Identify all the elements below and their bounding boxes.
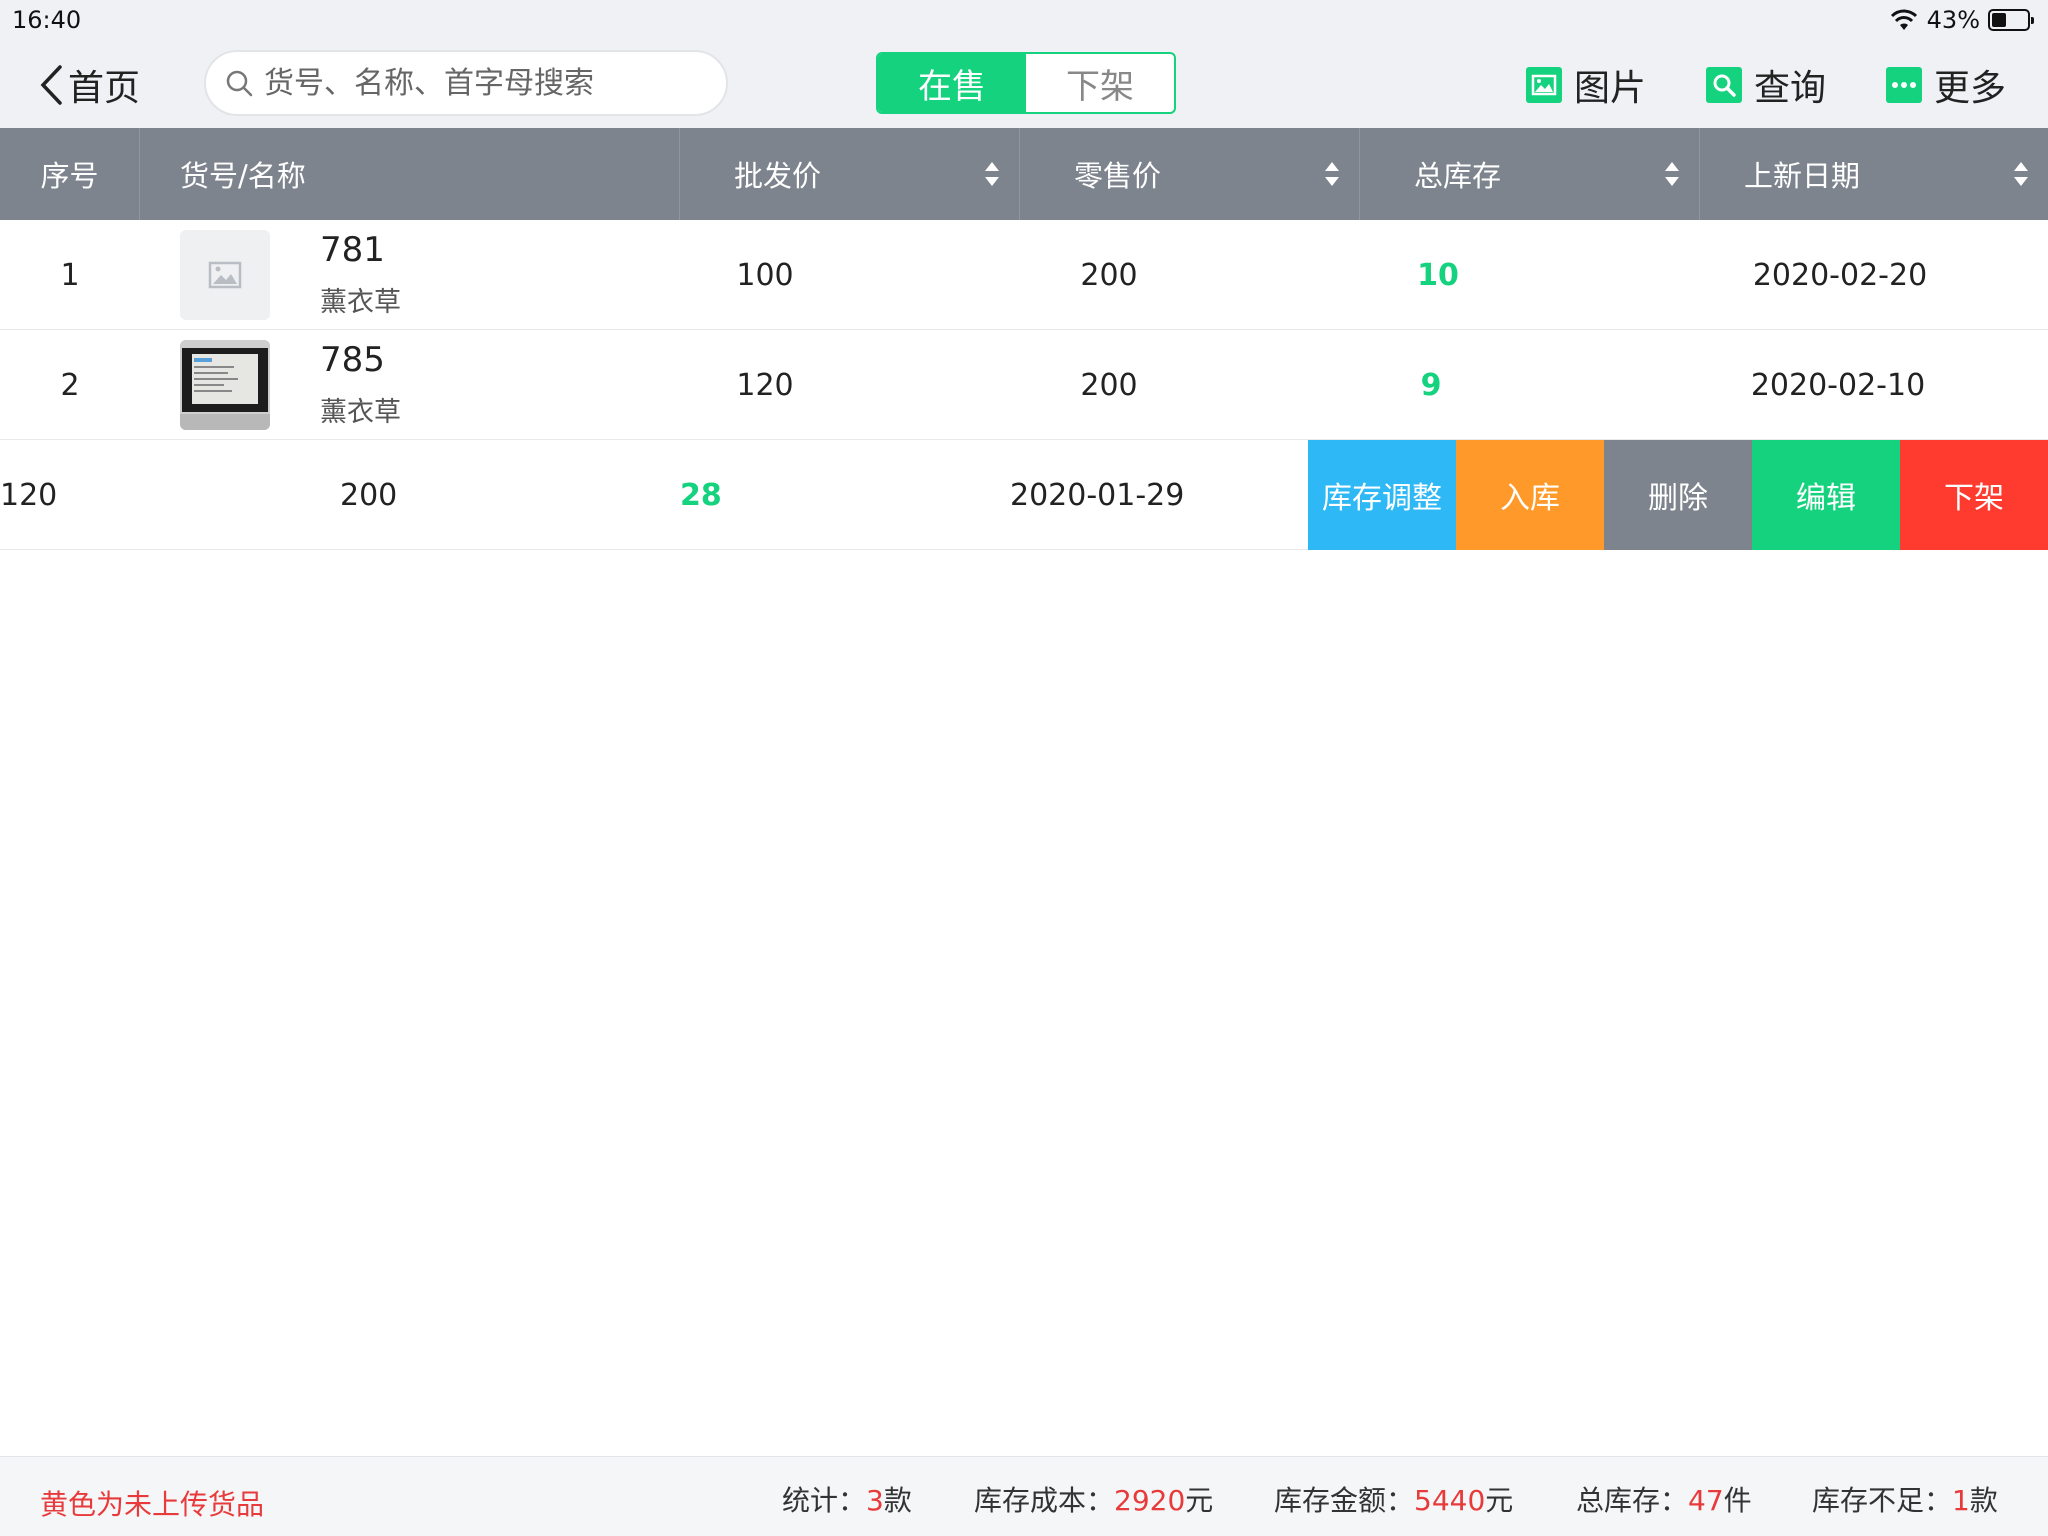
wholesale-price: 120 <box>736 367 794 403</box>
query-button[interactable]: 查询 <box>1706 62 1827 109</box>
stat-unit: 件 <box>1723 1484 1752 1517</box>
table-header: 序号 货号/名称 批发价 零售价 总库存 上新日期 <box>0 128 2048 220</box>
stat-value: 1 <box>1952 1484 1970 1517</box>
header-wholesale[interactable]: 批发价 <box>680 128 1020 220</box>
header-index: 序号 <box>0 128 140 220</box>
search-box[interactable] <box>204 50 728 116</box>
nav-bar: 首页 在售 下架 图片 查询 <box>0 42 2048 128</box>
header-wholesale-label: 批发价 <box>734 159 822 193</box>
wifi-icon <box>1890 9 1917 30</box>
sort-icon <box>1665 162 1679 186</box>
product-name: 薰衣草 <box>320 287 401 318</box>
stat-value: 5440 <box>1414 1484 1486 1517</box>
status-segmented-control: 在售 下架 <box>876 52 1176 114</box>
status-right: 43% <box>1889 6 2034 34</box>
listing-date: 2020-02-20 <box>1752 257 1928 293</box>
stat-low-stock: 库存不足：1款 <box>1812 1479 1998 1519</box>
header-code-name-label: 货号/名称 <box>180 159 306 193</box>
stat-unit: 款 <box>883 1484 912 1517</box>
stat-value: 47 <box>1688 1484 1724 1517</box>
listing-date: 2020-02-10 <box>1750 367 1926 403</box>
stat-count: 统计：3款 <box>782 1479 912 1519</box>
back-button[interactable]: 首页 <box>38 60 140 110</box>
stat-label: 统计： <box>782 1484 867 1517</box>
status-bar: 16:40 43% <box>0 0 2048 42</box>
header-retail-label: 零售价 <box>1074 159 1162 193</box>
stat-total-stock: 总库存：47件 <box>1576 1479 1752 1519</box>
more-button[interactable]: 更多 <box>1886 62 2007 109</box>
table-row-swiped[interactable]: 120 200 28 2020-01-29 库存调整 入库 删除 编辑 下架 <box>0 440 2048 550</box>
stat-stock-amount: 库存金额：5440元 <box>1274 1479 1513 1519</box>
stat-label: 库存金额： <box>1274 1484 1415 1517</box>
back-label: 首页 <box>68 68 141 109</box>
stat-unit: 元 <box>1185 1484 1214 1517</box>
retail-price: 200 <box>1080 257 1138 293</box>
row-actions: 库存调整 入库 删除 编辑 下架 <box>1308 440 2048 550</box>
stat-label: 库存成本： <box>974 1484 1115 1517</box>
battery-percent: 43% <box>1926 6 1980 34</box>
more-label: 更多 <box>1934 68 2007 109</box>
status-time: 16:40 <box>12 6 82 34</box>
total-stock: 10 <box>1417 257 1459 293</box>
product-code: 781 <box>320 230 385 270</box>
stat-unit: 元 <box>1485 1484 1514 1517</box>
stock-in-button[interactable]: 入库 <box>1456 440 1604 550</box>
product-name: 薰衣草 <box>320 397 401 428</box>
delete-button[interactable]: 删除 <box>1604 440 1752 550</box>
search-input[interactable] <box>264 65 704 101</box>
table-row[interactable]: 2 785 薰衣草 120 200 9 2020-02-10 <box>0 330 2048 440</box>
header-retail[interactable]: 零售价 <box>1020 128 1360 220</box>
sort-icon <box>1325 162 1339 186</box>
retail-price: 200 <box>1080 367 1138 403</box>
query-label: 查询 <box>1754 68 1827 109</box>
segment-off-shelf[interactable]: 下架 <box>1026 54 1174 112</box>
listing-date: 2020-01-29 <box>1010 477 1185 513</box>
wholesale-price: 120 <box>0 477 58 513</box>
stat-label: 总库存： <box>1576 1484 1689 1517</box>
search-icon <box>226 70 253 97</box>
table-row[interactable]: 1 781 薰衣草 100 200 10 2020-02-20 <box>0 220 2048 330</box>
row-index: 1 <box>60 257 80 293</box>
product-thumbnail-placeholder[interactable] <box>180 230 270 320</box>
stat-value: 2920 <box>1114 1484 1186 1517</box>
image-label: 图片 <box>1574 68 1647 109</box>
stat-stock-cost: 库存成本：2920元 <box>974 1479 1213 1519</box>
header-stock-label: 总库存 <box>1414 159 1502 193</box>
header-date-label: 上新日期 <box>1744 159 1861 193</box>
header-date[interactable]: 上新日期 <box>1700 128 2048 220</box>
chevron-left-icon <box>40 65 62 105</box>
summary-footer: 黄色为未上传货品 统计：3款 库存成本：2920元 库存金额：5440元 总库存… <box>0 1456 2048 1536</box>
sort-icon <box>985 162 999 186</box>
row-index: 2 <box>60 367 80 403</box>
image-icon <box>1526 67 1562 103</box>
stock-adjust-button[interactable]: 库存调整 <box>1308 440 1456 550</box>
image-placeholder-icon <box>208 261 242 289</box>
product-thumbnail-photo[interactable] <box>180 340 270 430</box>
total-stock: 28 <box>680 477 722 513</box>
header-code-name: 货号/名称 <box>140 128 680 220</box>
header-index-label: 序号 <box>40 159 99 193</box>
edit-button[interactable]: 编辑 <box>1752 440 1900 550</box>
legend-note: 黄色为未上传货品 <box>40 1488 265 1521</box>
battery-icon <box>1988 9 2034 31</box>
product-code: 785 <box>320 340 385 380</box>
sort-icon <box>2014 162 2028 186</box>
wholesale-price: 100 <box>736 257 794 293</box>
stat-label: 库存不足： <box>1812 1484 1953 1517</box>
image-button[interactable]: 图片 <box>1526 62 1647 109</box>
total-stock: 9 <box>1420 367 1442 403</box>
segment-on-sale[interactable]: 在售 <box>878 54 1026 112</box>
header-stock[interactable]: 总库存 <box>1360 128 1700 220</box>
stat-unit: 款 <box>1969 1484 1998 1517</box>
stat-value: 3 <box>866 1484 884 1517</box>
take-down-button[interactable]: 下架 <box>1900 440 2048 550</box>
more-icon <box>1886 67 1922 103</box>
search-icon <box>1706 67 1742 103</box>
retail-price: 200 <box>340 477 398 513</box>
product-photo-icon <box>180 340 270 430</box>
